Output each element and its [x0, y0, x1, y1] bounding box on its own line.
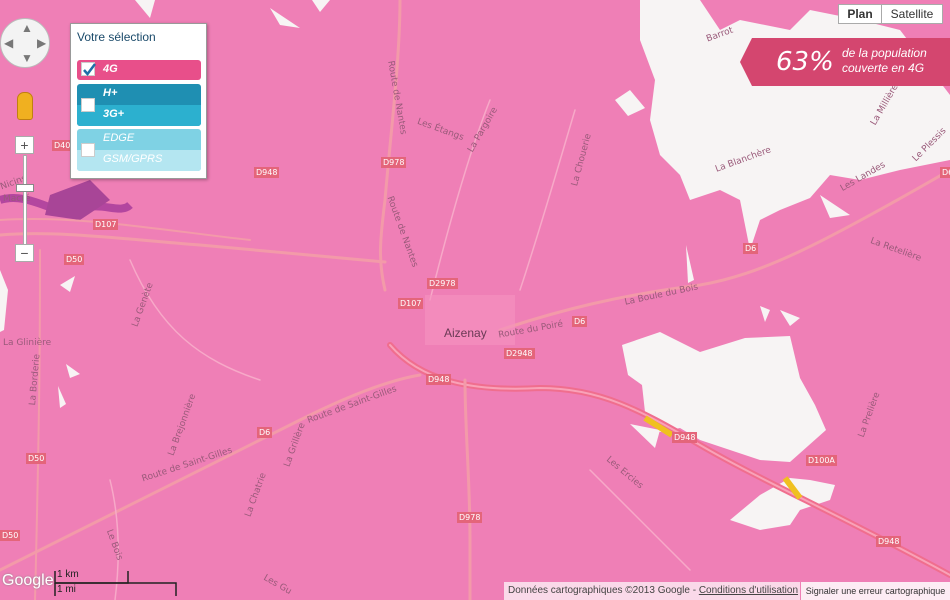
- pan-control[interactable]: ▲ ◀ ▶ ▼: [0, 18, 50, 68]
- option-sub-label: 3G+: [103, 108, 125, 120]
- map-type-satellite-button[interactable]: Satellite: [881, 4, 943, 24]
- road-label: D6: [257, 427, 273, 438]
- road-label: D948: [672, 432, 698, 443]
- road-label: D978: [457, 512, 483, 523]
- road-label: D50: [64, 254, 85, 265]
- road-label: D6: [940, 167, 950, 178]
- scale-km: 1 km: [57, 569, 79, 580]
- map-type-plan-button[interactable]: Plan: [838, 4, 882, 24]
- option-sub-label: GSM/GPRS: [103, 153, 163, 165]
- road-label: D107: [93, 219, 119, 230]
- zoom-slider-thumb[interactable]: [16, 184, 34, 192]
- road-label: D50: [0, 530, 21, 541]
- place-label: La Glinière: [3, 338, 52, 348]
- coverage-line-2: couverte en 4G: [842, 61, 925, 75]
- road-label: D6: [743, 243, 759, 254]
- coverage-line-1: de la population: [842, 46, 927, 60]
- pan-left-icon[interactable]: ◀: [4, 36, 13, 50]
- terms-link[interactable]: Conditions d'utilisation: [699, 585, 798, 596]
- scale-mi: 1 mi: [57, 584, 76, 595]
- google-logo[interactable]: Google: [2, 572, 54, 590]
- option-label: 4G: [103, 63, 118, 75]
- pan-up-icon[interactable]: ▲: [21, 21, 33, 35]
- checkbox-edge[interactable]: [81, 143, 95, 157]
- zoom-in-button[interactable]: +: [15, 136, 34, 154]
- road-label: D978: [381, 157, 407, 168]
- road-label: D948: [426, 374, 452, 385]
- option-4g[interactable]: 4G: [77, 60, 201, 80]
- option-label: EDGE: [103, 132, 135, 144]
- town-label: Aizenay: [444, 326, 487, 340]
- road-label: D948: [254, 167, 280, 178]
- option-label: H+: [103, 87, 118, 99]
- pegman-icon[interactable]: [17, 92, 33, 120]
- map-attribution: Données cartographiques ©2013 Google - C…: [504, 582, 800, 600]
- option-sub-band: [77, 105, 201, 126]
- zoom-slider-track[interactable]: [23, 155, 27, 245]
- option-edge-gsm[interactable]: EDGE GSM/GPRS: [77, 129, 201, 171]
- pan-right-icon[interactable]: ▶: [37, 36, 46, 50]
- pan-down-icon[interactable]: ▼: [21, 51, 33, 65]
- checkmark-icon: [83, 63, 96, 76]
- road-label: D50: [26, 453, 47, 464]
- panel-title: Votre sélection: [77, 30, 156, 44]
- zoom-out-button[interactable]: −: [15, 244, 34, 262]
- road-label: D2948: [504, 348, 535, 359]
- attribution-text: Données cartographiques ©2013 Google -: [508, 585, 697, 596]
- road-label: D6: [572, 316, 588, 327]
- road-label: D2978: [427, 278, 458, 289]
- network-selection-panel: Votre sélection 4G H+ 3G+ EDGE GSM/GPRS: [70, 23, 207, 179]
- road-label: D100A: [806, 455, 837, 466]
- scale-bar: 1 km 1 mi: [54, 569, 178, 597]
- road-label: D107: [398, 298, 424, 309]
- report-error-link[interactable]: Signaler une erreur cartographique: [801, 582, 950, 600]
- checkbox-4g[interactable]: [81, 62, 96, 76]
- option-hplus-3g[interactable]: H+ 3G+: [77, 84, 201, 126]
- coverage-percent: 63%: [776, 47, 834, 77]
- checkbox-3g[interactable]: [81, 98, 95, 112]
- road-label: D948: [876, 536, 902, 547]
- coverage-banner: 63% de la population couverte en 4G: [740, 38, 950, 86]
